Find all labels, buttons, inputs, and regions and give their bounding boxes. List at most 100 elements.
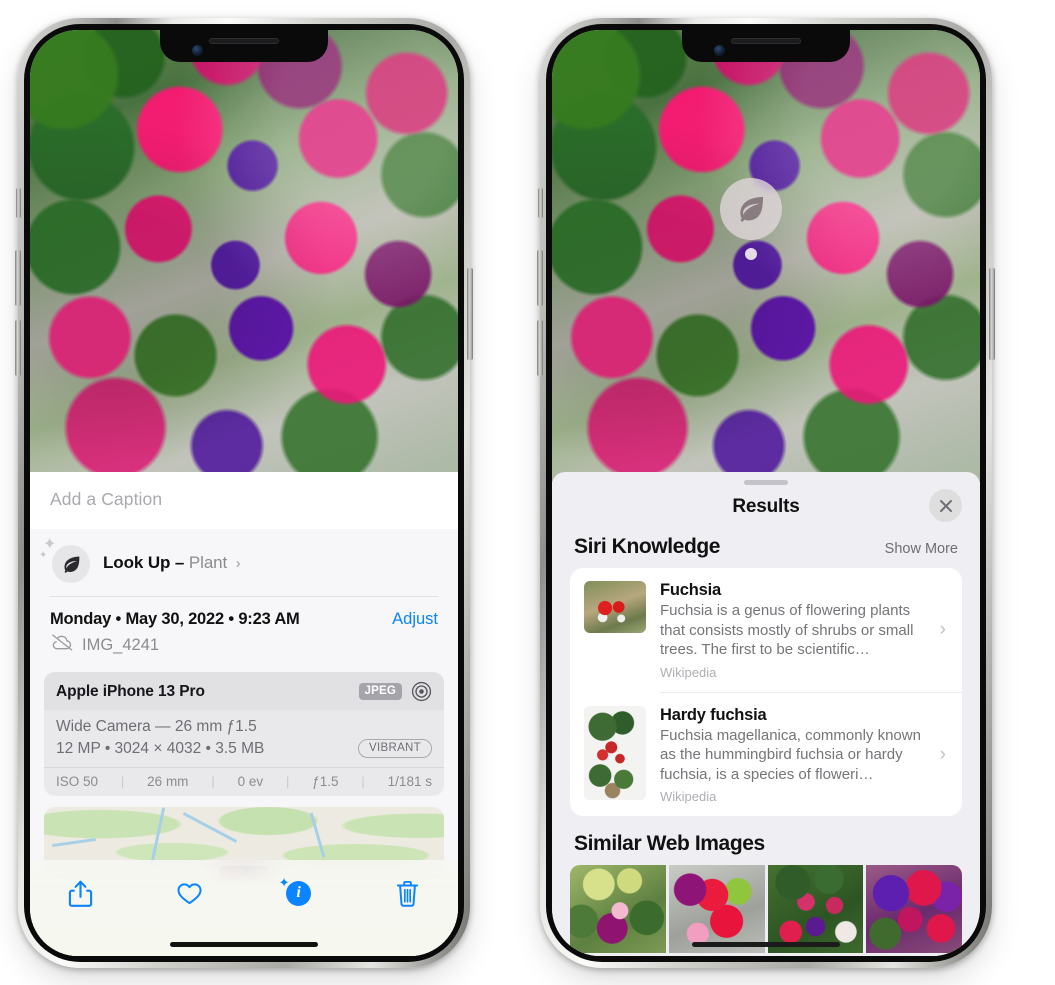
exif-separator: | [285,774,290,789]
camera-size-line: 12 MP • 3024 × 4032 • 3.5 MB [56,739,265,757]
notch-left [160,30,328,62]
iphone-right: Results Siri Knowledge Show More Fuchsia… [537,18,995,968]
results-header: Results [552,485,980,529]
sparkle-icon-small: ✦ [39,550,48,561]
volume-up-button-left[interactable] [15,250,21,306]
delete-button[interactable] [386,874,430,912]
chevron-right-icon: › [235,555,241,572]
exif-row: ISO 50 | 26 mm | 0 ev | ƒ1.5 | 1/181 s [44,767,444,796]
caption-input[interactable]: Add a Caption [50,489,438,510]
similar-web-images-strip [552,865,980,953]
adjust-button[interactable]: Adjust [392,610,438,629]
look-up-label: Look Up – [103,553,185,572]
exif-separator: | [211,774,215,789]
volume-down-button-right[interactable] [537,320,543,376]
knowledge-text: Hardy fuchsia Fuchsia magellanica, commo… [660,706,926,805]
knowledge-description: Fuchsia is a genus of flowering plants t… [660,602,914,658]
power-button-left[interactable] [467,268,473,360]
format-badge: JPEG [358,683,402,700]
leaf-icon [52,545,90,583]
notch-right [682,30,850,62]
caption-field-row[interactable]: Add a Caption [30,472,458,529]
mute-switch-right[interactable] [538,188,543,218]
cloud-slash-icon [50,634,74,656]
metadata-date-row: Monday • May 30, 2022 • 9:23 AM Adjust [50,610,438,629]
front-camera-icon [192,45,203,56]
camera-card-header: Apple iPhone 13 Pro JPEG [44,672,444,710]
camera-size-row: 12 MP • 3024 × 4032 • 3.5 MB VIBRANT [56,739,432,758]
camera-lens-line: Wide Camera — 26 mm ƒ1.5 [56,718,257,735]
metadata-file-row: IMG_4241 [50,634,438,656]
leaf-icon[interactable] [720,178,782,240]
knowledge-title: Hardy fuchsia [660,705,767,724]
exif-focal: 26 mm [147,774,189,789]
photo-filename: IMG_4241 [82,635,160,654]
photo-date: Monday • May 30, 2022 • 9:23 AM [50,610,300,628]
web-image-3[interactable] [767,865,864,953]
similar-web-images-title: Similar Web Images [574,832,765,855]
volume-down-button-left[interactable] [15,320,21,376]
exif-iso: ISO 50 [56,774,99,789]
exif-ev: 0 ev [237,774,264,789]
power-button-right[interactable] [989,268,995,360]
metadata-block: Monday • May 30, 2022 • 9:23 AM Adjust I… [30,597,458,664]
home-indicator-right[interactable] [692,942,840,947]
exif-separator: | [120,774,125,789]
similar-web-images-header: Similar Web Images [552,816,980,865]
photo-viewer-left[interactable] [30,30,458,482]
knowledge-description: Fuchsia magellanica, commonly known as t… [660,726,921,783]
knowledge-text: Fuchsia Fuchsia is a genus of flowering … [660,581,926,680]
exif-shutter: 1/181 s [387,774,432,789]
leaf-indicator-dot [745,248,757,260]
front-camera-icon [714,45,725,56]
home-indicator-left[interactable] [170,942,318,947]
web-image-4[interactable] [866,865,962,953]
photo-lighting-overlay [30,30,458,482]
screen-left: Add a Caption ✦ ✦ Look Up – Plant › Mond… [30,30,458,956]
photo-viewer-right[interactable] [552,30,980,482]
knowledge-thumbnail [584,581,646,633]
look-up-subject: Plant [188,553,228,572]
chevron-right-icon: › [939,743,946,765]
lens-icon [411,681,432,702]
camera-info-card[interactable]: Apple iPhone 13 Pro JPEG Wide Camera — 2… [44,672,444,796]
earpiece-speaker-icon [731,38,801,44]
camera-badges: JPEG [358,681,432,702]
exif-aperture: ƒ1.5 [312,774,339,789]
photo-lighting-overlay [552,30,980,482]
earpiece-speaker-icon [209,38,279,44]
siri-knowledge-header: Siri Knowledge Show More [552,529,980,568]
mute-switch-left[interactable] [16,188,21,218]
share-button[interactable] [58,874,102,912]
knowledge-title: Fuchsia [660,581,721,599]
screen-right: Results Siri Knowledge Show More Fuchsia… [552,30,980,956]
results-sheet: Results Siri Knowledge Show More Fuchsia… [552,472,980,956]
web-image-2[interactable] [668,865,765,953]
look-up-row[interactable]: ✦ ✦ Look Up – Plant › [30,529,458,596]
chevron-right-icon: › [939,619,946,641]
knowledge-source: Wikipedia [660,789,717,804]
camera-card-body: Wide Camera — 26 mm ƒ1.5 12 MP • 3024 × … [44,710,444,767]
exif-separator: | [361,774,365,789]
close-button[interactable] [929,489,962,522]
web-image-1[interactable] [570,865,666,953]
knowledge-thumbnail [584,705,646,800]
show-more-button[interactable]: Show More [885,541,958,557]
knowledge-row-fuchsia[interactable]: Fuchsia Fuchsia is a genus of flowering … [570,568,962,692]
iphone-left: Add a Caption ✦ ✦ Look Up – Plant › Mond… [15,18,473,968]
look-up-label-wrap: Look Up – Plant › [103,553,241,573]
results-title: Results [732,496,800,517]
close-icon [939,499,952,512]
camera-device-name: Apple iPhone 13 Pro [56,682,205,700]
volume-up-button-right[interactable] [537,250,543,306]
knowledge-source: Wikipedia [660,664,717,680]
knowledge-row-hardy-fuchsia[interactable]: Hardy fuchsia Fuchsia magellanica, commo… [570,693,962,817]
favorite-button[interactable] [167,874,211,912]
screenshot-root: Add a Caption ✦ ✦ Look Up – Plant › Mond… [0,0,1055,985]
info-icon: i [286,880,312,906]
siri-knowledge-title: Siri Knowledge [574,535,721,558]
info-button[interactable]: ✦ i [277,874,321,912]
sparkle-icon: ✦ [278,875,290,890]
photographic-style-badge: VIBRANT [358,739,432,758]
siri-knowledge-card: Fuchsia Fuchsia is a genus of flowering … [570,568,962,816]
